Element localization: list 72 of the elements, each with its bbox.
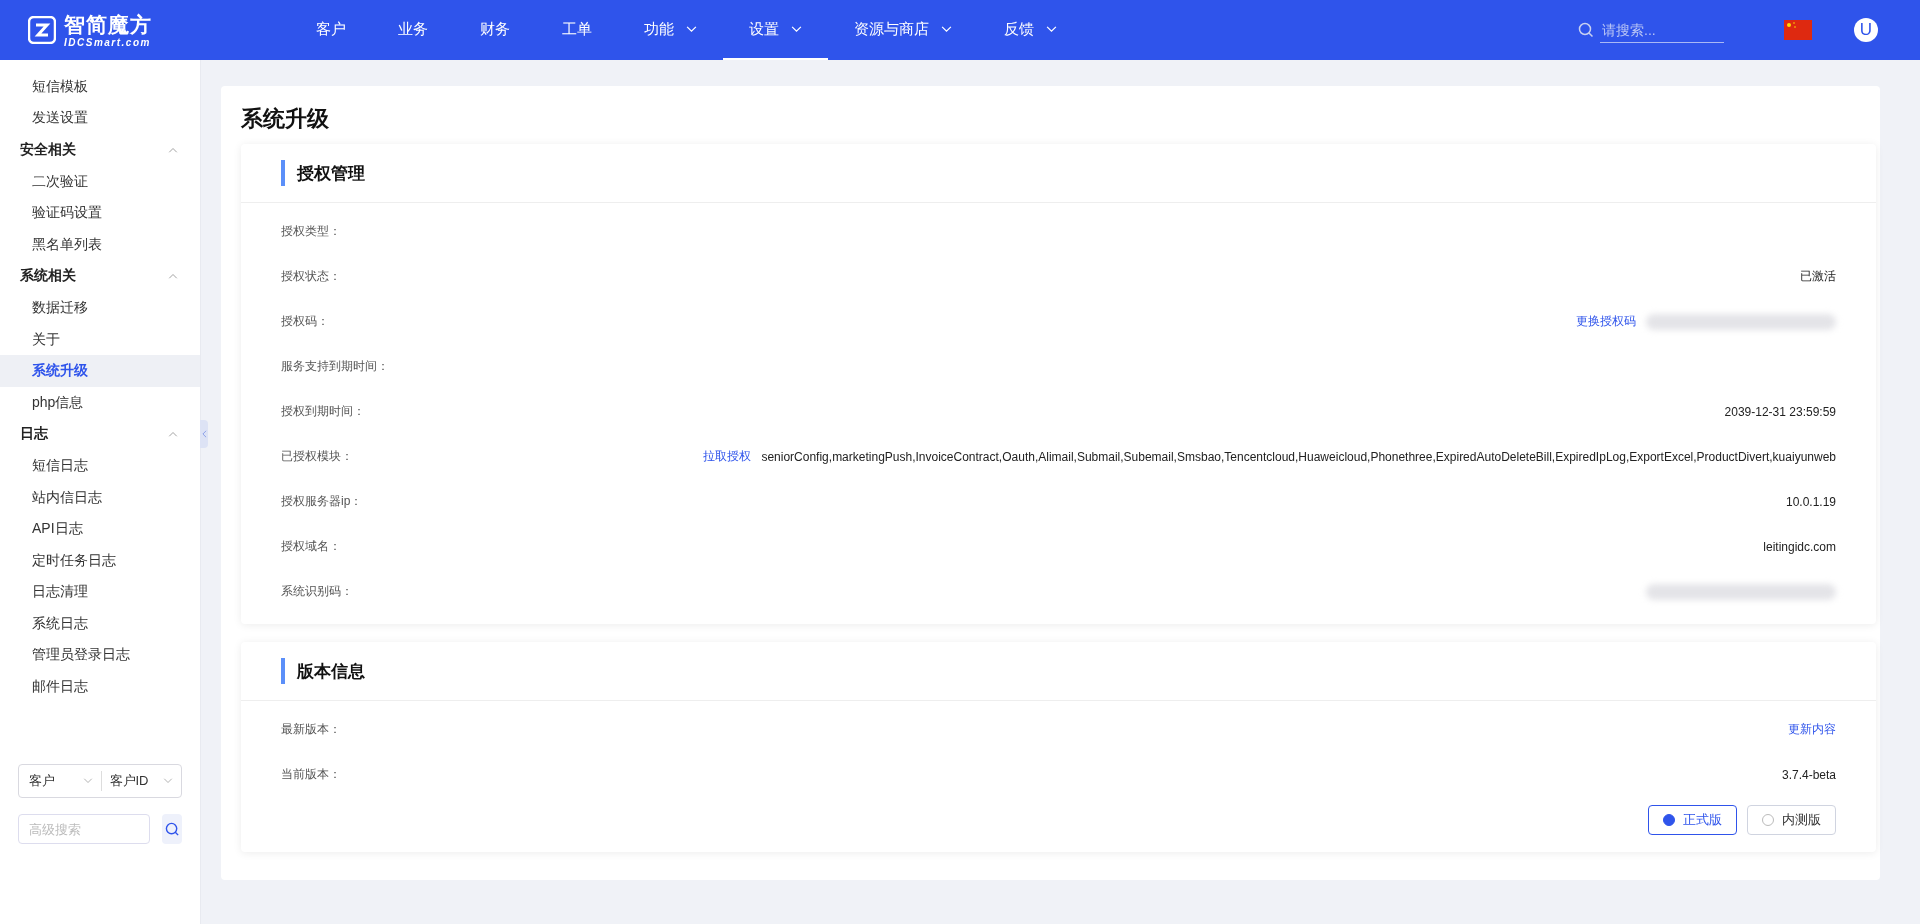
sidebar-item[interactable]: 管理员登录日志 — [0, 639, 200, 672]
sidebar-item[interactable]: 短信日志 — [0, 450, 200, 482]
radio-button[interactable]: 内测版 — [1747, 804, 1836, 835]
radio-button[interactable]: 正式版 — [1648, 804, 1737, 835]
field-label: 授权类型： — [281, 223, 341, 240]
field-label: 最新版本： — [281, 721, 341, 738]
sidebar-item[interactable]: API日志 — [0, 513, 200, 545]
field-label: 授权状态： — [281, 268, 341, 285]
field-label: 授权服务器ip： — [281, 493, 363, 510]
sidebar-item[interactable]: 日志清理 — [0, 576, 200, 609]
section-title: 授权管理 — [297, 162, 365, 185]
chevron-left-icon — [201, 430, 207, 438]
sidebar-item[interactable]: 数据迁移 — [0, 292, 200, 324]
sidebar-item[interactable]: 定时任务日志 — [0, 544, 200, 577]
page-title: 系统升级 — [241, 105, 330, 133]
sidebar-item[interactable]: 发送设置 — [0, 102, 200, 135]
search-icon — [164, 821, 180, 837]
action-link[interactable]: 拉取授权 — [703, 448, 752, 465]
search-field[interactable]: 请搜索... — [1600, 17, 1724, 43]
field-value: 10.0.1.19 — [1785, 494, 1836, 509]
search-icon — [1578, 22, 1594, 38]
sidebar-item[interactable]: php信息 — [0, 386, 200, 419]
sidebar-item[interactable]: 邮件日志 — [0, 671, 200, 703]
nav-menu-item[interactable]: 功能 — [618, 0, 723, 60]
sidebar-item[interactable]: 短信模板 — [0, 71, 200, 103]
field-value: 已激活 — [1800, 268, 1836, 285]
nav-menu-item[interactable]: 工单 — [536, 0, 618, 60]
field-label: 授权码： — [281, 313, 329, 330]
sidebar-item[interactable]: 关于 — [0, 323, 200, 356]
user-avatar[interactable]: U — [1854, 18, 1878, 42]
sidebar-item[interactable]: 黑名单列表 — [0, 228, 200, 261]
accent-bar — [281, 658, 285, 684]
field-label: 授权域名： — [281, 538, 341, 555]
nav-menu-item[interactable]: 客户 — [290, 0, 372, 60]
action-link[interactable]: 更换授权码 — [1576, 313, 1636, 330]
nav-menu-item[interactable]: 业务 — [372, 0, 454, 60]
field-value: 2039-12-31 23:59:59 — [1724, 404, 1836, 419]
field-label: 系统识别码： — [281, 583, 353, 600]
nav-menu-item[interactable]: 设置 — [723, 0, 828, 60]
field-value: seniorConfig,marketingPush,InvoiceContract,Oauth,Alimail,Submail,Subemail,Smsbao,Tencentcloud,Huaweicloud,Phonethree,ExpiredAutoDeleteBill,ExpiredIpLog,ExportExcel,ProductDivert,kuaiyunweb — [761, 449, 1836, 464]
field-value: leitingidc.com — [1763, 539, 1836, 554]
sidebar-group[interactable]: 日志 — [0, 418, 200, 451]
collapse-handle[interactable] — [200, 420, 208, 448]
sidebar-group[interactable]: 系统相关 — [0, 260, 200, 293]
advanced-search-field[interactable]: 高级搜索 — [18, 814, 150, 844]
flag-icon[interactable] — [1784, 20, 1812, 40]
field-label: 已授权模块： — [281, 448, 353, 465]
select-value: 客户ID — [109, 772, 149, 790]
sidebar-item[interactable]: 二次验证 — [0, 165, 200, 198]
section-title: 版本信息 — [297, 660, 365, 683]
field-label: 服务支持到期时间： — [281, 358, 389, 375]
sidebar-group[interactable]: 安全相关 — [0, 134, 200, 166]
action-link[interactable]: 更新内容 — [1788, 721, 1836, 738]
sidebar-item[interactable]: 系统日志 — [0, 608, 200, 640]
logo-subtitle: IDCSmart.com — [64, 36, 152, 48]
sidebar-item[interactable]: 系统升级 — [0, 355, 200, 387]
field-label: 当前版本： — [281, 766, 341, 783]
select-value: 客户 — [29, 772, 55, 790]
sidebar-item[interactable]: 验证码设置 — [0, 197, 200, 229]
nav-menu-item[interactable]: 财务 — [454, 0, 536, 60]
sidebar-item[interactable]: 站内信日志 — [0, 481, 200, 514]
chevron-down-icon — [163, 778, 173, 784]
field-value: 3.7.4-beta — [1781, 767, 1836, 782]
nav-menu-item[interactable]: 反馈 — [978, 0, 1083, 60]
nav-menu-item[interactable]: 资源与商店 — [828, 0, 978, 60]
accent-bar — [281, 160, 285, 186]
logo-icon — [28, 16, 56, 44]
search-button[interactable] — [162, 814, 182, 844]
field-label: 授权到期时间： — [281, 403, 365, 420]
chevron-down-icon — [82, 778, 93, 784]
logo-title: 智简魔方 — [64, 12, 152, 37]
filter-select[interactable]: 客户 客户ID — [18, 764, 182, 798]
